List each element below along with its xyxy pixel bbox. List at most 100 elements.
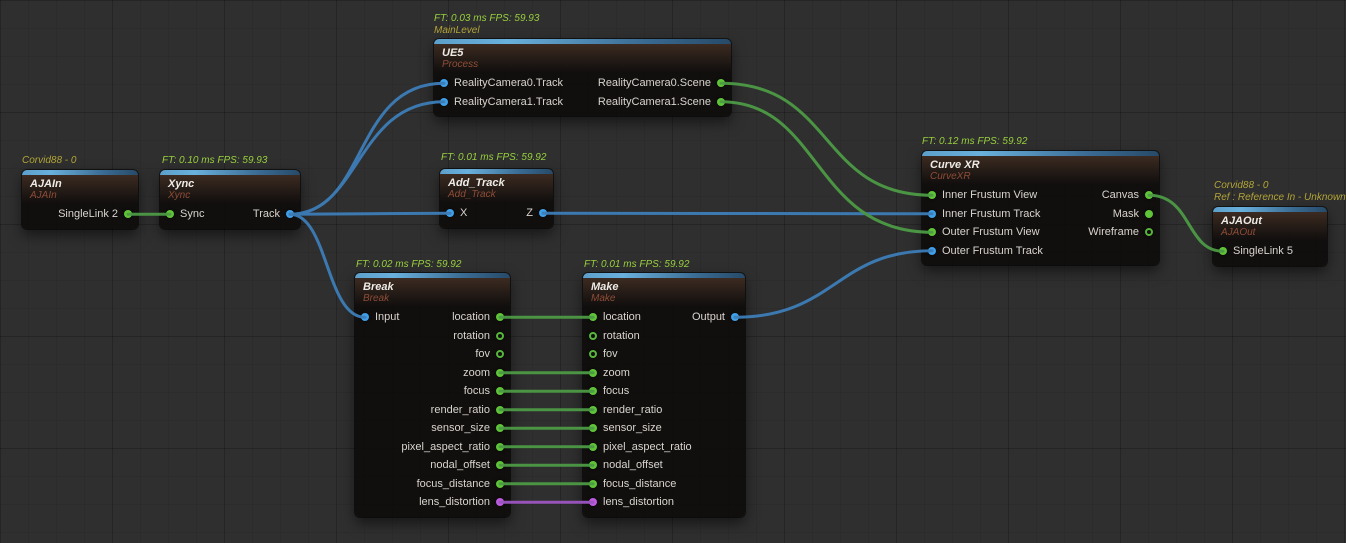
port-ue5-cam1-scene-out[interactable] <box>717 98 725 106</box>
port-curvexr-inner-frustum-track-in[interactable] <box>928 210 936 218</box>
port-make-render-ratio-in[interactable] <box>589 406 597 414</box>
port-xync-track-out[interactable] <box>286 210 294 218</box>
port-ajaout-singlelink5-in[interactable] <box>1219 247 1227 255</box>
port-break-sensor-size-out[interactable] <box>496 424 504 432</box>
port-curvexr-outer-frustum-view-in[interactable] <box>928 228 936 236</box>
port-label: Outer Frustum Track <box>942 245 1043 257</box>
port-label: Outer Frustum View <box>942 226 1040 238</box>
port-make-output-out[interactable] <box>731 313 739 321</box>
port-break-rotation-out[interactable] <box>496 332 504 340</box>
port-row: zoom <box>355 364 510 383</box>
port-curvexr-inner-frustum-view-in[interactable] <box>928 191 936 199</box>
port-row: render_ratio <box>355 401 510 420</box>
node-subtitle: Break <box>363 293 502 304</box>
port-label: focus_distance <box>603 478 676 490</box>
port-label: nodal_offset <box>430 459 490 471</box>
port-label: pixel_aspect_ratio <box>401 441 490 453</box>
node-ue5[interactable]: UE5 Process RealityCamera0.Track Reality… <box>434 39 731 116</box>
label-ajain-device: Corvid88 - 0 <box>22 155 76 167</box>
port-break-zoom-out[interactable] <box>496 369 504 377</box>
port-curvexr-mask-out[interactable] <box>1145 210 1153 218</box>
port-ue5-cam0-scene-out[interactable] <box>717 79 725 87</box>
label-ue5-level: MainLevel <box>434 25 480 37</box>
port-label: Track <box>253 208 280 220</box>
port-label: Wireframe <box>1088 226 1139 238</box>
port-make-fov-in[interactable] <box>589 350 597 358</box>
node-ajaout[interactable]: AJAOut AJAOut SingleLink 5 <box>1213 207 1327 266</box>
port-make-pixel-aspect-ratio-in[interactable] <box>589 443 597 451</box>
port-make-focus-in[interactable] <box>589 387 597 395</box>
port-row: location Output <box>583 308 745 327</box>
port-label: RealityCamera1.Track <box>454 96 563 108</box>
port-break-lens-distortion-out[interactable] <box>496 498 504 506</box>
port-row: X Z <box>440 204 553 223</box>
node-header: Make Make <box>583 278 745 306</box>
node-curve-xr[interactable]: Curve XR CurveXR Inner Frustum View Canv… <box>922 151 1159 265</box>
port-break-nodal-offset-out[interactable] <box>496 461 504 469</box>
port-make-focus-distance-in[interactable] <box>589 480 597 488</box>
wire-curvexr-canvas-to-ajaout[interactable] <box>1149 195 1223 251</box>
wire-xync-to-ue5-cam0-track[interactable] <box>290 83 444 214</box>
port-label: SingleLink 5 <box>1233 245 1293 257</box>
port-addtrack-z-out[interactable] <box>539 209 547 217</box>
node-make[interactable]: Make Make location Output rotation fov z… <box>583 273 745 517</box>
port-row: Inner Frustum View Canvas <box>922 186 1159 205</box>
port-ue5-cam0-track-in[interactable] <box>440 79 448 87</box>
port-label: RealityCamera0.Track <box>454 77 563 89</box>
port-row: rotation <box>583 327 745 346</box>
port-row: RealityCamera1.Track RealityCamera1.Scen… <box>434 93 731 112</box>
port-break-render-ratio-out[interactable] <box>496 406 504 414</box>
node-header: Xync Xync <box>160 175 300 203</box>
wire-ue5-cam1-scene-to-curvexr-outer-view[interactable] <box>721 102 932 233</box>
port-label: Z <box>526 207 533 219</box>
port-break-focus-distance-out[interactable] <box>496 480 504 488</box>
port-curvexr-wireframe-out[interactable] <box>1145 228 1153 236</box>
wire-ue5-cam0-scene-to-curvexr-inner-view[interactable] <box>721 83 932 195</box>
port-row: Outer Frustum Track <box>922 242 1159 261</box>
node-add-track[interactable]: Add_Track Add_Track X Z <box>440 169 553 228</box>
port-make-zoom-in[interactable] <box>589 369 597 377</box>
port-row: rotation <box>355 327 510 346</box>
port-label: nodal_offset <box>603 459 663 471</box>
port-make-location-in[interactable] <box>589 313 597 321</box>
port-break-pixel-aspect-ratio-out[interactable] <box>496 443 504 451</box>
node-subtitle: Add_Track <box>448 189 545 200</box>
port-xync-sync-in[interactable] <box>166 210 174 218</box>
port-row: zoom <box>583 364 745 383</box>
port-break-fov-out[interactable] <box>496 350 504 358</box>
port-row: lens_distortion <box>355 493 510 512</box>
port-curvexr-outer-frustum-track-in[interactable] <box>928 247 936 255</box>
label-ajaout-device: Corvid88 - 0 <box>1214 180 1268 192</box>
port-break-focus-out[interactable] <box>496 387 504 395</box>
port-label: sensor_size <box>603 422 662 434</box>
node-ajain[interactable]: AJAIn AJAIn SingleLink 2 <box>22 170 138 229</box>
port-addtrack-x-in[interactable] <box>446 209 454 217</box>
node-title: AJAIn <box>30 178 130 190</box>
node-break[interactable]: Break Break Input location rotation fov … <box>355 273 510 517</box>
port-curvexr-canvas-out[interactable] <box>1145 191 1153 199</box>
wire-xync-to-break-input[interactable] <box>290 214 365 317</box>
wire-make-output-to-curvexr-outer-track[interactable] <box>735 251 932 318</box>
port-label: fov <box>603 348 618 360</box>
port-make-sensor-size-in[interactable] <box>589 424 597 432</box>
port-label: render_ratio <box>603 404 662 416</box>
port-make-rotation-in[interactable] <box>589 332 597 340</box>
wire-addtrack-z-to-curvexr-inner-track[interactable] <box>543 213 932 214</box>
label-make-ft: FT: 0.01 ms FPS: 59.92 <box>584 259 689 271</box>
port-ajain-singlelink2-out[interactable] <box>124 210 132 218</box>
port-row: focus_distance <box>583 475 745 494</box>
port-row: render_ratio <box>583 401 745 420</box>
wire-xync-to-ue5-cam1-track[interactable] <box>290 102 444 215</box>
port-make-lens-distortion-in[interactable] <box>589 498 597 506</box>
port-ue5-cam1-track-in[interactable] <box>440 98 448 106</box>
node-subtitle: AJAIn <box>30 190 130 201</box>
port-make-nodal-offset-in[interactable] <box>589 461 597 469</box>
wire-xync-to-addtrack-x[interactable] <box>290 213 450 214</box>
node-title: Make <box>591 281 737 293</box>
node-xync[interactable]: Xync Xync Sync Track <box>160 170 300 229</box>
port-row: SingleLink 5 <box>1213 242 1327 261</box>
port-break-input-in[interactable] <box>361 313 369 321</box>
port-break-location-out[interactable] <box>496 313 504 321</box>
node-header: AJAIn AJAIn <box>22 175 138 203</box>
port-row: SingleLink 2 <box>22 205 138 224</box>
